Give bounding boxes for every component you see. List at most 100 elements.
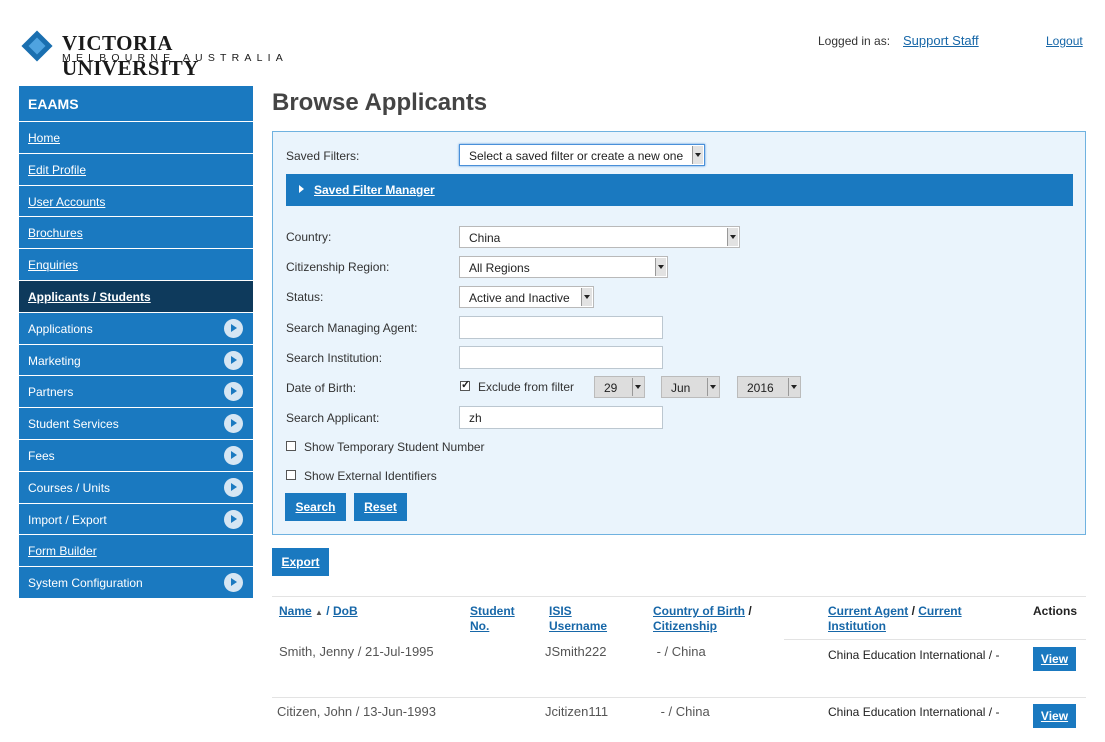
saved-filters-select[interactable]: Select a saved filter or create a new on… [459,144,705,166]
sidebar-item-label: Partners [28,385,74,400]
column-header-country[interactable]: Country of Birth / Citizenship [653,604,752,634]
status-select[interactable]: Active and Inactive [459,286,594,308]
sidebar-item-label: Courses / Units [28,480,111,495]
dob-month-value: Jun [671,381,691,395]
chevron-down-icon [788,378,799,396]
filter-panel: Saved Filters: Select a saved filter or … [272,131,1086,535]
sidebar-item-label: Edit Profile [28,162,87,177]
sidebar-item-student-services[interactable]: Student Services [19,408,253,440]
sidebar-item-form-builder[interactable]: Form Builder [19,535,253,568]
reset-button[interactable]: Reset [354,493,407,521]
column-header-isis-username[interactable]: ISIS Username [549,604,607,634]
citizenship-region-label: Citizenship Region: [286,260,390,274]
column-header-name-dob[interactable]: Name ▲ / DoB [279,604,358,620]
table-top-divider [272,596,1086,597]
sidebar-item-label: Marketing [28,353,81,368]
sidebar-item-label: Home [28,131,61,145]
expand-arrow-icon[interactable] [224,350,243,370]
name-sort-link[interactable]: Name [279,604,312,618]
header-separator: / [326,604,330,618]
chevron-down-icon [655,258,666,276]
sidebar-item-partners[interactable]: Partners [19,376,253,409]
sidebar-item-label: System Configuration [28,576,143,591]
sidebar-item-marketing[interactable]: Marketing [19,344,253,377]
saved-filters-value: Select a saved filter or create a new on… [469,149,684,163]
temp-number-checkbox[interactable] [286,441,296,451]
sidebar-item-user-accounts[interactable]: User Accounts [19,185,253,218]
row2-isis: Jcitizen111 [545,704,609,719]
institution-label: Search Institution: [286,351,383,365]
country-select[interactable]: China [459,226,740,248]
expand-arrow-icon[interactable] [224,509,243,529]
managing-agent-input[interactable] [459,316,663,339]
saved-filter-manager-toggle[interactable]: Saved Filter Manager [286,174,1073,206]
sidebar-item-enquiries[interactable]: Enquiries [19,249,253,281]
university-logo: VICTORIA UNIVERSITY MELBOURNE AUSTRALIA [21,30,302,80]
search-button[interactable]: Search [285,493,346,521]
current-agent-link[interactable]: Current Agent [828,604,908,618]
logo-diamond-icon [21,30,53,62]
citizenship-link[interactable]: Citizenship [653,619,717,633]
sidebar-item-import-export[interactable]: Import / Export [19,503,253,536]
date-of-birth-label: Date of Birth: [286,381,357,395]
sidebar-item-brochures[interactable]: Brochures [19,217,253,250]
sidebar-item-label: Brochures [28,226,83,241]
row1-isis: JSmith222 [545,644,607,659]
country-value: China [469,231,501,245]
dob-day-value: 29 [604,381,618,395]
status-value: Active and Inactive [469,291,570,305]
external-ids-checkbox[interactable] [286,470,296,480]
citizenship-region-select[interactable]: All Regions [459,256,668,278]
sidebar-item-label: Student Services [28,417,119,432]
dob-day-select[interactable]: 29 [594,376,645,398]
row1-name-dob: Smith, Jenny / 21-Jul-1995 [279,644,434,659]
logout-link[interactable]: Logout [1046,34,1083,48]
expand-arrow-icon[interactable] [224,445,243,465]
student-no-line1: Student [470,604,515,618]
sidebar-item-fees[interactable]: Fees [19,439,253,472]
export-button[interactable]: Export [272,548,329,576]
header-separator: / [911,604,915,618]
column-header-agent-institution[interactable]: Current Agent / Current Institution [828,604,962,634]
sidebar-item-edit-profile[interactable]: Edit Profile [19,153,253,186]
isis-line2: Username [549,619,608,633]
sidebar-item-courses-units[interactable]: Courses / Units [19,471,253,504]
header-divider [784,639,1086,640]
row-divider [272,697,1086,698]
country-of-birth-link[interactable]: Country of Birth [653,604,745,618]
chevron-down-icon [581,288,592,306]
sidebar-item-applicants-students[interactable]: Applicants / Students [19,280,253,313]
page-title: Browse Applicants [272,89,488,116]
row2-view-button[interactable]: View [1033,704,1076,728]
dob-year-value: 2016 [747,381,774,395]
row1-view-button[interactable]: View [1033,647,1076,671]
sidebar: EAAMS Home Edit Profile User Accounts Br… [19,86,253,599]
current-institution-link-line1[interactable]: Current [918,604,961,618]
search-applicant-input[interactable]: zh [459,406,663,429]
expand-arrow-icon[interactable] [224,382,243,402]
expand-arrow-icon[interactable] [224,318,243,338]
country-label: Country: [286,230,332,244]
saved-filter-manager-label: Saved Filter Manager [314,183,435,197]
sidebar-item-applications[interactable]: Applications [19,312,253,345]
dob-year-select[interactable]: 2016 [737,376,801,398]
dob-exclude-label: Exclude from filter [478,380,575,394]
dob-sort-link[interactable]: DoB [333,604,358,618]
expand-arrow-icon[interactable] [224,414,243,434]
sidebar-item-system-configuration[interactable]: System Configuration [19,567,253,599]
institution-input[interactable] [459,346,663,369]
row2-country: - / China [657,704,710,719]
sidebar-item-home[interactable]: Home [19,122,253,154]
sort-ascending-icon: ▲ [315,608,323,617]
expand-arrow-icon[interactable] [224,477,243,497]
logged-in-user-link[interactable]: Support Staff [903,33,979,48]
external-ids-label: Show External Identifiers [304,469,437,483]
column-header-student-no[interactable]: Student No. [470,604,515,634]
dob-exclude-checkbox[interactable] [460,378,470,391]
current-institution-link-line2[interactable]: Institution [828,619,886,633]
header-separator: / [748,604,752,618]
dob-month-select[interactable]: Jun [661,376,720,398]
expand-arrow-icon[interactable] [224,573,243,593]
chevron-down-icon [692,146,703,164]
row2-agent: China Education International / - [828,705,1000,719]
